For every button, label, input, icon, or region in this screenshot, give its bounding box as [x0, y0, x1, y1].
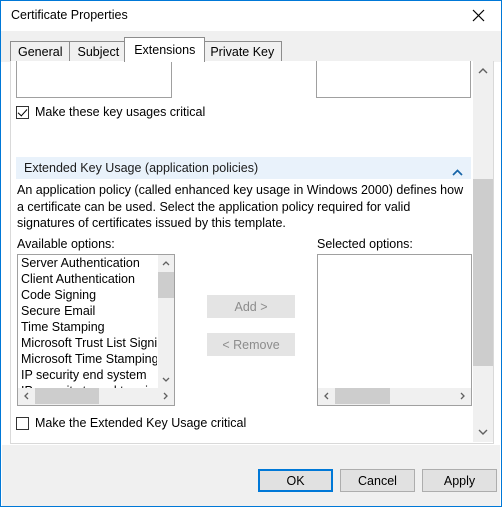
tab-private-key-label: Private Key — [210, 45, 275, 59]
scroll-left-glyph — [324, 392, 329, 400]
scroll-left-icon[interactable] — [318, 388, 335, 404]
certificate-properties-dialog: Certificate Properties General Subject E… — [0, 0, 502, 507]
available-options-items: Server Authentication Client Authenticat… — [18, 255, 157, 388]
scrollbar-thumb[interactable] — [35, 388, 99, 404]
scroll-up-icon[interactable] — [158, 255, 174, 272]
section-title: Extended Key Usage (application policies… — [24, 161, 259, 175]
apply-button-label: Apply — [443, 473, 476, 488]
list-item[interactable]: Microsoft Trust List Signing — [18, 335, 157, 351]
checkbox-label: Make these key usages critical — [35, 105, 206, 119]
cancel-button[interactable]: Cancel — [340, 469, 415, 492]
chevron-up-glyph — [452, 169, 463, 176]
scroll-right-glyph — [460, 392, 465, 400]
checkbox-box — [16, 416, 29, 430]
scrollbar-thumb[interactable] — [158, 272, 174, 298]
list-item[interactable]: IP security end system — [18, 367, 157, 383]
eku-critical-checkbox[interactable]: Make the Extended Key Usage critical — [16, 416, 246, 430]
add-button-label: Add > — [234, 299, 268, 314]
section-description: An application policy (called enhanced k… — [17, 183, 464, 230]
selected-options-horizontal-scrollbar[interactable] — [318, 388, 471, 405]
scroll-left-glyph — [24, 392, 29, 400]
key-usage-selected-listbox-clipped[interactable] — [316, 61, 471, 98]
window-title: Certificate Properties — [11, 8, 128, 22]
add-button[interactable]: Add > — [207, 295, 295, 318]
close-glyph — [472, 9, 485, 22]
scroll-body: Make these key usages critical Extended … — [11, 61, 473, 442]
checkbox-label: Make the Extended Key Usage critical — [35, 416, 247, 430]
dialog-footer: OK Cancel Apply — [2, 445, 500, 506]
tab-extensions-label: Extensions — [134, 43, 196, 57]
tab-strip: General Subject Extensions Private Key — [1, 31, 501, 62]
scroll-down-glyph — [162, 377, 170, 382]
scroll-right-icon[interactable] — [157, 388, 174, 404]
scroll-right-icon[interactable] — [454, 388, 471, 404]
scroll-up-glyph — [162, 261, 170, 266]
available-options-label: Available options: — [17, 237, 115, 251]
tab-subject-label: Subject — [77, 45, 120, 59]
key-usage-critical-checkbox[interactable]: Make these key usages critical — [16, 105, 205, 119]
chevron-up-icon — [452, 163, 463, 181]
close-icon[interactable] — [456, 1, 501, 30]
list-item[interactable]: Secure Email — [18, 303, 157, 319]
key-usage-available-listbox-clipped[interactable] — [16, 61, 172, 98]
list-item[interactable]: Code Signing — [18, 287, 157, 303]
available-options-listbox[interactable]: Server Authentication Client Authenticat… — [17, 254, 175, 406]
tab-general[interactable]: General — [10, 41, 71, 62]
tab-general-label: General — [18, 45, 63, 59]
selected-options-label: Selected options: — [317, 237, 413, 251]
scroll-up-icon[interactable] — [473, 61, 493, 81]
available-options-vertical-scrollbar[interactable] — [157, 255, 174, 388]
panel-vertical-scrollbar[interactable] — [473, 61, 493, 442]
selected-options-items — [318, 255, 471, 388]
selected-options-listbox[interactable] — [317, 254, 472, 406]
scroll-down-glyph — [478, 429, 488, 435]
scroll-down-icon[interactable] — [158, 371, 174, 388]
list-item[interactable]: Server Authentication — [18, 255, 157, 271]
ok-button[interactable]: OK — [258, 469, 333, 492]
list-item[interactable]: Client Authentication — [18, 271, 157, 287]
cancel-button-label: Cancel — [358, 473, 397, 488]
scroll-up-glyph — [478, 68, 488, 74]
scrollbar-thumb[interactable] — [335, 388, 390, 404]
tab-subject[interactable]: Subject — [69, 41, 128, 62]
title-bar: Certificate Properties — [1, 1, 501, 31]
list-item[interactable]: Microsoft Time Stamping — [18, 351, 157, 367]
scroll-right-glyph — [163, 392, 168, 400]
tab-extensions[interactable]: Extensions — [124, 37, 206, 62]
remove-button[interactable]: < Remove — [207, 333, 295, 356]
ok-button-label: OK — [286, 473, 305, 488]
remove-button-label: < Remove — [222, 337, 280, 352]
extended-key-usage-section-header[interactable]: Extended Key Usage (application policies… — [16, 157, 471, 179]
extensions-panel: Make these key usages critical Extended … — [10, 61, 494, 444]
scroll-left-icon[interactable] — [18, 388, 35, 404]
apply-button[interactable]: Apply — [422, 469, 497, 492]
scroll-down-icon[interactable] — [473, 422, 493, 442]
tab-private-key[interactable]: Private Key — [202, 41, 283, 62]
available-options-horizontal-scrollbar[interactable] — [18, 388, 174, 405]
checkbox-box — [16, 105, 29, 119]
list-item[interactable]: Time Stamping — [18, 319, 157, 335]
scrollbar-thumb[interactable] — [473, 179, 493, 366]
